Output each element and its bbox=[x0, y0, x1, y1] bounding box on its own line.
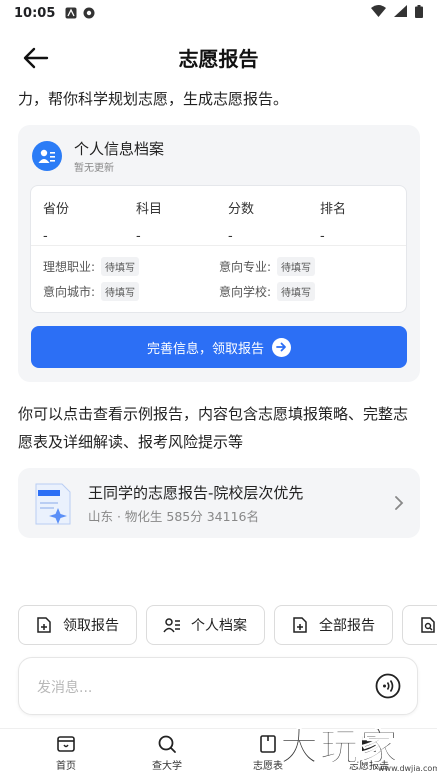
quick-action-row: 领取报告 个人档案 全部报告 bbox=[18, 605, 437, 645]
profile-icon bbox=[163, 616, 181, 634]
pref-label: 意向学校: bbox=[219, 285, 272, 299]
score-row: 省份 - 科目 - 分数 - 排名 - bbox=[31, 186, 406, 246]
score-value: - bbox=[136, 229, 141, 244]
voice-icon bbox=[375, 673, 401, 699]
pref-status-badge: 待填写 bbox=[101, 257, 140, 276]
signal-icon bbox=[394, 5, 407, 21]
watermark-url: www.dwjia.com bbox=[378, 764, 437, 773]
chip-profile[interactable]: 个人档案 bbox=[146, 605, 265, 645]
pref-major[interactable]: 意向专业: 待填写 bbox=[219, 257, 316, 276]
tab-label: 首页 bbox=[56, 761, 76, 772]
chip-label: 领取报告 bbox=[63, 618, 119, 634]
pref-status-badge: 待填写 bbox=[101, 282, 140, 301]
tab-home[interactable]: 首页 bbox=[31, 733, 101, 772]
notification-a-icon bbox=[65, 7, 77, 19]
wifi-icon bbox=[371, 5, 386, 21]
status-bar: 10:05 bbox=[0, 0, 437, 26]
message-input[interactable]: 发消息... bbox=[18, 657, 418, 715]
profile-details: 省份 - 科目 - 分数 - 排名 - 理想职业: 待填写 意向专业: 待填写 bbox=[30, 185, 407, 313]
pref-status-badge: 待填写 bbox=[277, 257, 316, 276]
pref-label: 理想职业: bbox=[43, 260, 96, 274]
chip-get-report[interactable]: 领取报告 bbox=[18, 605, 137, 645]
report-list-icon bbox=[291, 616, 309, 634]
score-value: - bbox=[43, 229, 48, 244]
status-time: 10:05 bbox=[14, 5, 56, 21]
complete-info-button[interactable]: 完善信息，领取报告 bbox=[31, 326, 407, 368]
pref-status-badge: 待填写 bbox=[277, 282, 316, 301]
profile-card: 个人信息档案 暂无更新 省份 - 科目 - 分数 - 排名 - 理想职业: 待填… bbox=[18, 125, 420, 382]
home-icon bbox=[57, 736, 75, 752]
report-thumbnail-icon bbox=[34, 482, 72, 526]
chip-search-report[interactable] bbox=[402, 605, 437, 645]
score-label: 科目 bbox=[136, 202, 163, 217]
intro-text: 力，帮你科学规划志愿，生成志愿报告。 bbox=[18, 90, 289, 108]
complete-info-label: 完善信息，领取报告 bbox=[146, 341, 264, 357]
arrow-right-icon bbox=[272, 337, 291, 357]
score-label: 省份 bbox=[43, 202, 70, 217]
report-title: 王同学的志愿报告-院校层次优先 bbox=[88, 484, 304, 502]
back-button[interactable] bbox=[22, 44, 50, 72]
profile-card-icon bbox=[38, 149, 55, 163]
pref-label: 意向专业: bbox=[219, 260, 272, 274]
page-title: 志愿报告 bbox=[178, 46, 259, 71]
search-icon bbox=[158, 735, 176, 753]
report-add-icon bbox=[35, 616, 53, 634]
profile-subtitle: 暂无更新 bbox=[74, 163, 114, 174]
pref-city[interactable]: 意向城市: 待填写 bbox=[43, 282, 140, 301]
profile-title: 个人信息档案 bbox=[74, 140, 165, 158]
sample-description: 你可以点击查看示例报告，内容包含志愿填报策略、完整志愿表及详细解读、报考风险提示… bbox=[18, 405, 409, 451]
score-province: 省份 - bbox=[43, 198, 69, 244]
tab-search-university[interactable]: 查大学 bbox=[132, 733, 202, 772]
voice-input-button[interactable] bbox=[375, 673, 401, 699]
score-label: 分数 bbox=[228, 202, 255, 217]
tab-label: 志愿表 bbox=[253, 761, 283, 772]
report-meta: 山东 · 物化生 585分 34116名 bbox=[88, 509, 259, 524]
chip-label: 个人档案 bbox=[191, 618, 247, 634]
chip-all-reports[interactable]: 全部报告 bbox=[274, 605, 393, 645]
tab-label: 查大学 bbox=[152, 761, 182, 772]
score-subject: 科目 - bbox=[136, 198, 162, 244]
watermark: 大玩家 bbox=[279, 725, 401, 770]
notification-circle-icon bbox=[83, 7, 95, 19]
arrow-left-icon bbox=[23, 47, 49, 69]
chevron-right-icon bbox=[392, 493, 406, 513]
message-placeholder: 发消息... bbox=[37, 680, 93, 696]
pref-school[interactable]: 意向学校: 待填写 bbox=[219, 282, 316, 301]
bookmark-icon bbox=[260, 735, 276, 753]
pref-label: 意向城市: bbox=[43, 285, 96, 299]
report-search-icon bbox=[419, 616, 437, 634]
sample-report-card[interactable]: 王同学的志愿报告-院校层次优先 山东 · 物化生 585分 34116名 bbox=[18, 468, 420, 538]
score-label: 排名 bbox=[320, 202, 347, 217]
score-rank: 排名 - bbox=[320, 198, 346, 244]
score-points: 分数 - bbox=[228, 198, 254, 244]
score-value: - bbox=[320, 229, 325, 244]
profile-avatar bbox=[32, 141, 62, 171]
pref-career[interactable]: 理想职业: 待填写 bbox=[43, 257, 140, 276]
battery-icon bbox=[415, 4, 423, 22]
nav-bar: 志愿报告 bbox=[0, 34, 437, 80]
chip-label: 全部报告 bbox=[319, 618, 375, 634]
score-value: - bbox=[228, 229, 233, 244]
